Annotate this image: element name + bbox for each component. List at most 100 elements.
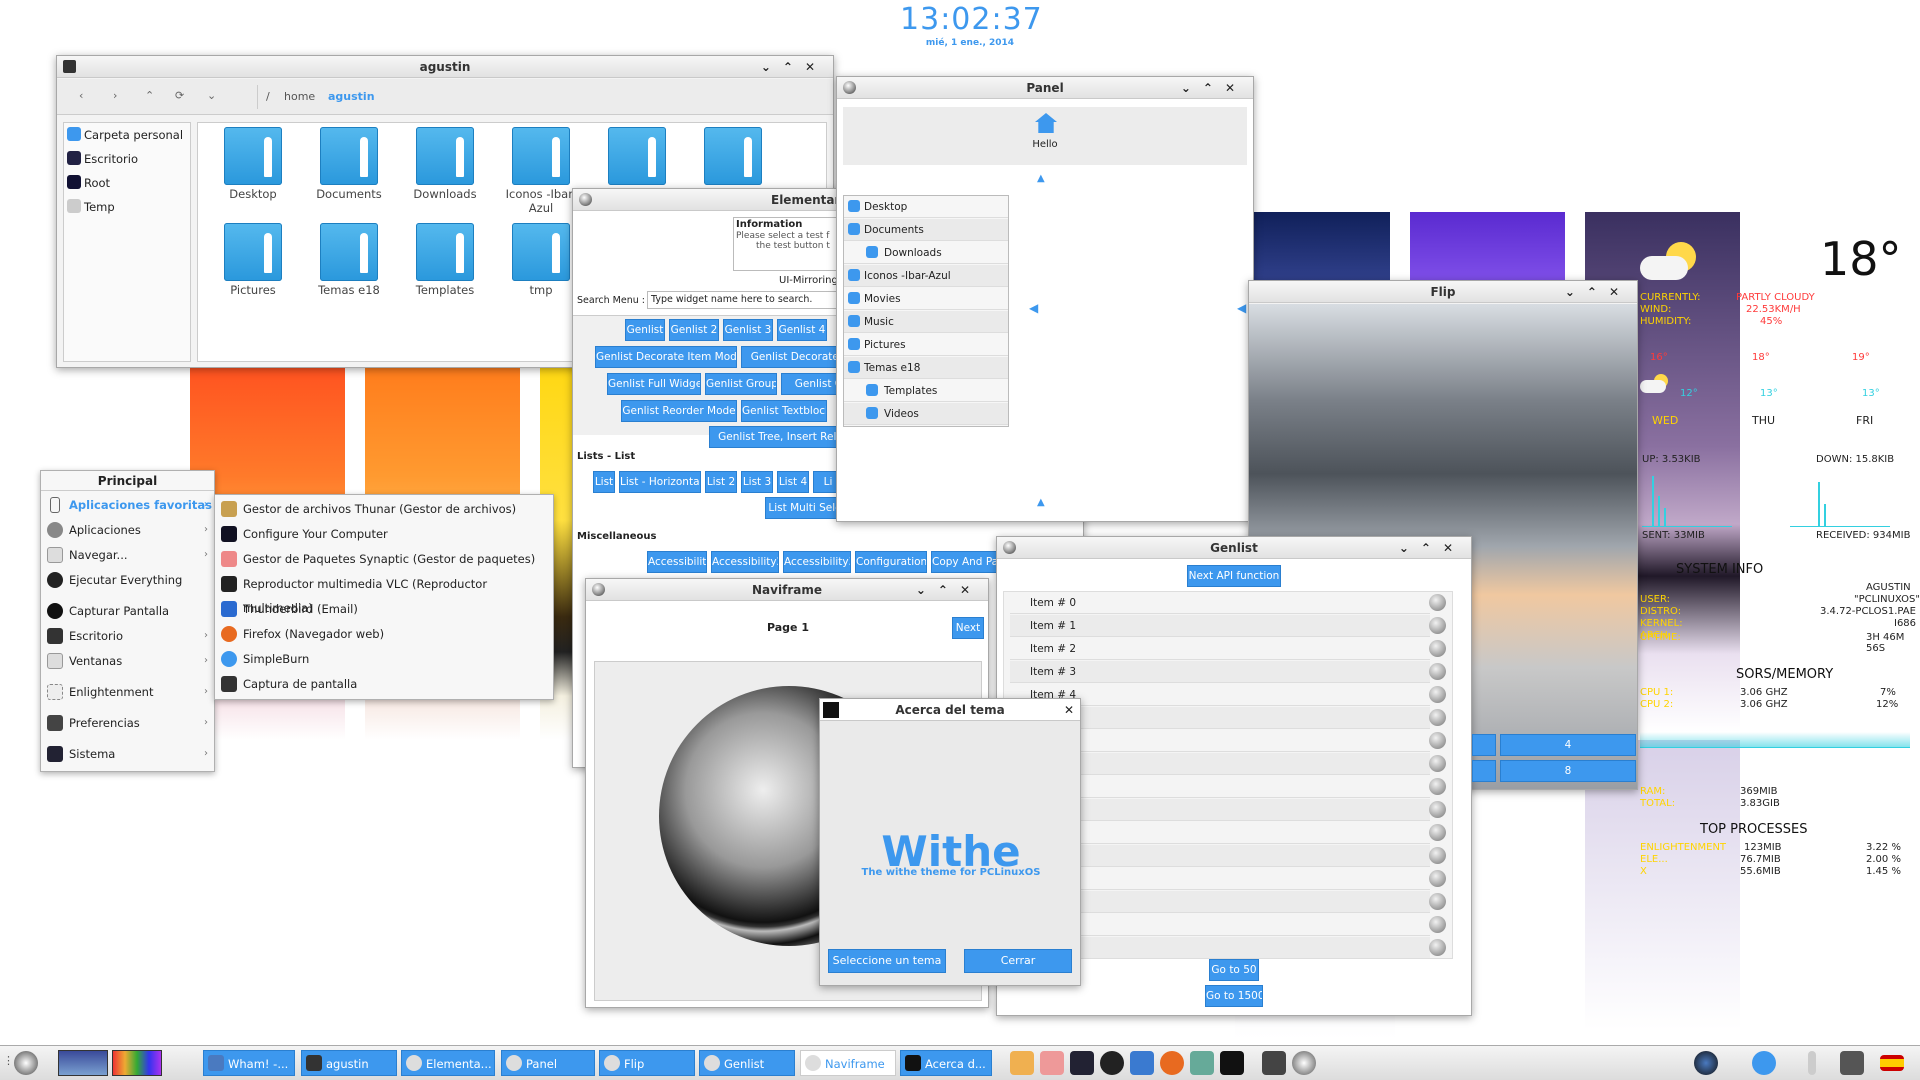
goto-1500-button[interactable]: Go to 1500 [1205,985,1263,1007]
menu-enlightenment[interactable]: Enlightenment › [41,680,214,704]
tray-thermometer-icon[interactable] [1808,1051,1816,1075]
tree-videos[interactable]: Videos [844,403,1008,425]
radio-icon[interactable] [1429,686,1446,703]
submenu-thunar[interactable]: Gestor de archivos Thunar (Gestor de arc… [215,497,553,522]
submenu-configure[interactable]: Configure Your Computer [215,522,553,547]
tree-desktop[interactable]: Desktop [844,196,1008,218]
tray-enlightenment-icon[interactable] [1694,1051,1718,1075]
btn-accessibility[interactable]: Accessibility [647,551,707,573]
task-elementary[interactable]: Elementa... [401,1050,495,1076]
window-controls[interactable]: ⌄⌃✕ [1399,537,1465,559]
place-desktop[interactable]: Escritorio [64,147,190,171]
btn-configuration[interactable]: Configuration [855,551,927,573]
submenu-simpleburn[interactable]: SimpleBurn [215,647,553,672]
naviframe-titlebar[interactable]: Naviframe ⌄⌃✕ [586,579,988,601]
btn-list-2[interactable]: List 2 [705,471,737,493]
btn-genlist-decorate-item[interactable]: Genlist Decorate Item Mode [595,346,737,368]
radio-icon[interactable] [1429,939,1446,956]
radio-icon[interactable] [1429,640,1446,657]
select-theme-button[interactable]: Seleccione un tema [828,949,946,973]
btn-list-multi-select[interactable]: List Multi Sele [765,497,845,519]
tray-screen-icon[interactable] [1840,1051,1864,1075]
radio-icon[interactable] [1429,663,1446,680]
folder-downloads[interactable]: Downloads [400,127,490,217]
launcher-terminal-icon[interactable] [1220,1051,1244,1075]
search-input[interactable]: Type widget name here to search. [647,291,847,309]
window-controls[interactable]: ⌄⌃✕ [761,56,827,78]
btn-genlist-full-widget[interactable]: Genlist Full Widget [607,373,701,395]
launcher-printer-icon[interactable] [1262,1051,1286,1075]
panel-arrow-down-icon[interactable]: ▲ [1037,497,1045,508]
launcher-configure-icon[interactable] [1070,1051,1094,1075]
pager-desk-1[interactable] [58,1050,108,1076]
launcher-thunderbird-icon[interactable] [1130,1051,1154,1075]
naviframe-next-button[interactable]: Next [952,617,984,639]
folder-pictures[interactable]: Pictures [208,223,298,313]
place-root[interactable]: Root [64,171,190,195]
tree-documents[interactable]: Documents [844,219,1008,241]
btn-genlist-reorder[interactable]: Genlist Reorder Mode [621,400,737,422]
home-icon[interactable] [1035,113,1057,133]
launcher-elementary-icon[interactable] [1292,1051,1316,1075]
forward-icon[interactable]: › [113,89,117,102]
genlist-item-0[interactable]: Item # 0 [1010,592,1446,614]
radio-icon[interactable] [1429,870,1446,887]
tree-pictures[interactable]: Pictures [844,334,1008,356]
menu-system[interactable]: Sistema › [41,742,214,766]
path-root[interactable]: / [266,90,270,103]
up-icon[interactable]: ⌃ [145,89,154,102]
submenu-vlc[interactable]: Reproductor multimedia VLC (Reproductor … [215,572,553,615]
radio-icon[interactable] [1429,732,1446,749]
radio-icon[interactable] [1429,709,1446,726]
genlist-titlebar[interactable]: Genlist ⌄⌃✕ [997,537,1471,559]
radio-icon[interactable] [1429,617,1446,634]
btn-accessibility3[interactable]: Accessibility3 [783,551,851,573]
window-menu-icon[interactable] [63,60,76,73]
folder-temas[interactable]: Temas e18 [304,223,394,313]
panel-titlebar[interactable]: Panel ⌄⌃✕ [837,77,1253,99]
task-wham[interactable]: Wham! -... [203,1050,295,1076]
task-acerca[interactable]: Acerca d... [900,1050,992,1076]
history-icon[interactable]: ⌄ [207,89,216,102]
taskbar-grip-icon[interactable]: ⋮ [3,1054,14,1067]
tree-movies[interactable]: Movies [844,288,1008,310]
tray-flag-icon[interactable] [1880,1055,1904,1071]
tree-downloads[interactable]: Downloads [844,242,1008,264]
side-button-left-b[interactable] [1472,760,1496,782]
panel-arrow-left-icon[interactable]: ◀ [1029,301,1038,315]
menu-screenshot[interactable]: Capturar Pantalla [41,599,214,623]
menu-favorites[interactable]: Aplicaciones favoritas › [41,493,214,517]
path-user[interactable]: agustin [328,90,375,103]
launcher-firefox-icon[interactable] [1160,1051,1184,1075]
panel-arrow-up-icon[interactable]: ▲ [1037,173,1045,184]
menu-applications[interactable]: Aplicaciones › [41,518,214,542]
tray-clock-icon[interactable] [1752,1051,1776,1075]
menu-windows[interactable]: Ventanas › [41,649,214,673]
radio-icon[interactable] [1429,893,1446,910]
genlist-item-3[interactable]: Item # 3 [1010,661,1446,683]
tree-music[interactable]: Music [844,311,1008,333]
file-manager-titlebar[interactable]: agustin ⌄⌃✕ [57,56,833,78]
start-button-icon[interactable] [14,1051,38,1075]
side-button-left-a[interactable] [1472,734,1496,756]
back-icon[interactable]: ‹ [79,89,83,102]
btn-genlist-2[interactable]: Genlist 2 [669,319,719,341]
btn-list[interactable]: List [593,471,615,493]
side-button-8[interactable]: 8 [1500,760,1636,782]
window-controls[interactable]: ⌄⌃✕ [916,579,982,601]
path-home[interactable]: home [284,90,315,103]
about-titlebar[interactable]: Acerca del tema ✕ [820,699,1080,721]
submenu-synaptic[interactable]: Gestor de Paquetes Synaptic (Gestor de p… [215,547,553,572]
task-agustin[interactable]: agustin [301,1050,397,1076]
goto-50-button[interactable]: Go to 50 [1209,959,1259,981]
flip-titlebar[interactable]: Flip ⌄⌃✕ [1249,281,1637,303]
launcher-vlc-icon[interactable] [1100,1051,1124,1075]
btn-genlist[interactable]: Genlist [625,319,665,341]
mirroring-label[interactable]: UI-Mirroring [779,275,838,286]
btn-list-3[interactable]: List 3 [741,471,773,493]
close-icon[interactable]: ✕ [1064,699,1074,721]
launcher-synaptic-icon[interactable] [1040,1051,1064,1075]
radio-icon[interactable] [1429,755,1446,772]
launcher-home-icon[interactable] [1010,1051,1034,1075]
menu-navigate[interactable]: Navegar... › [41,543,214,567]
